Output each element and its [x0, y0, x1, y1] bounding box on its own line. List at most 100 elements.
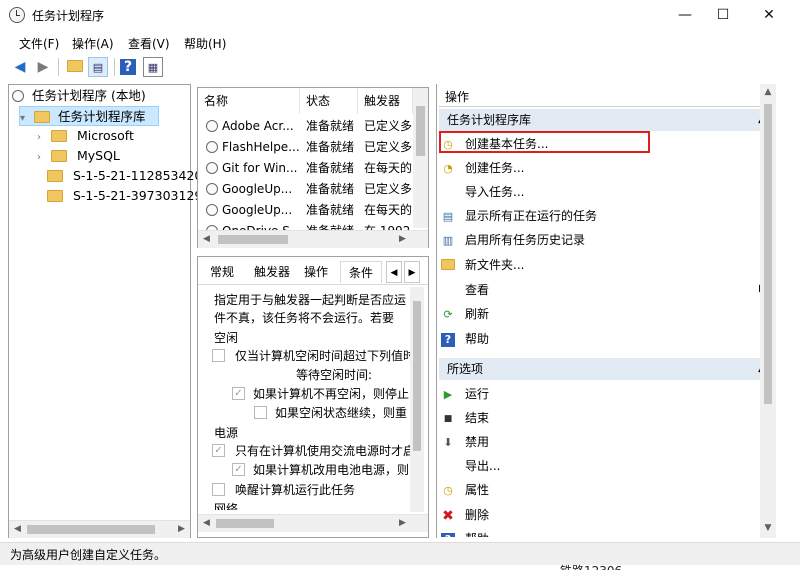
- ac-power-checkbox[interactable]: ✓: [212, 444, 225, 457]
- menu-action[interactable]: 操作(A): [72, 35, 114, 52]
- scroll-left-arrow[interactable]: ◀: [9, 521, 26, 538]
- scroll-right-arrow[interactable]: ▶: [394, 515, 411, 532]
- tree-item-microsoft[interactable]: › Microsoft: [37, 126, 134, 146]
- action-view[interactable]: 查看: [441, 278, 761, 302]
- menu-view[interactable]: 查看(V): [128, 35, 170, 52]
- task-row[interactable]: FlashHelpe... 准备就绪 已定义多: [198, 137, 413, 158]
- tree-item-mysql[interactable]: › MySQL: [37, 146, 120, 166]
- show-hide-tree-icon[interactable]: ▤: [88, 57, 108, 77]
- task-name-cell: FlashHelpe...: [206, 137, 300, 158]
- blank-icon: [441, 284, 455, 298]
- tree-item-library[interactable]: ▾ 任务计划程序库: [19, 106, 159, 126]
- action-help-selected[interactable]: ? 帮助: [441, 527, 761, 537]
- power-option-2[interactable]: ✓ 如果计算机改用电池电源，则: [232, 461, 409, 480]
- restart-if-idle-checkbox[interactable]: [254, 406, 267, 419]
- action-enable-history[interactable]: ▥ 启用所有任务历史记录: [441, 228, 761, 252]
- idle-checkbox[interactable]: [212, 349, 225, 362]
- action-properties[interactable]: ◷ 属性: [441, 478, 761, 502]
- menu-help[interactable]: 帮助(H): [184, 35, 226, 52]
- stop-if-not-idle-checkbox[interactable]: ✓: [232, 387, 245, 400]
- power-option-3[interactable]: 唤醒计算机运行此任务: [212, 481, 355, 500]
- navigation-tree-pane: 任务计划程序 (本地) ▾ 任务计划程序库 › Microsoft › MySQ…: [8, 84, 202, 538]
- column-header-status[interactable]: 状态: [300, 88, 358, 114]
- status-text: 为高级用户创建自定义任务。: [10, 548, 167, 562]
- idle-option-1[interactable]: 仅当计算机空闲时间超过下列值时: [212, 347, 415, 366]
- scroll-down-arrow[interactable]: ▼: [760, 520, 776, 537]
- blank-icon: [441, 186, 455, 200]
- scroll-left-arrow[interactable]: ◀: [198, 231, 215, 248]
- scroll-up-arrow[interactable]: ▲: [760, 84, 776, 101]
- power-option-1-label: 只有在计算机使用交流电源时才启: [235, 444, 416, 458]
- task-row[interactable]: GoogleUp... 准备就绪 已定义多: [198, 179, 413, 200]
- actions-vertical-scrollbar[interactable]: ▲ ▼: [760, 84, 776, 538]
- tree-item-sid-1[interactable]: S-1-5-21-112853420: [47, 166, 202, 186]
- task-list-vertical-scrollbar[interactable]: [413, 88, 428, 228]
- task-row[interactable]: Adobe Acr... 准备就绪 已定义多: [198, 116, 413, 137]
- properties-pane-icon[interactable]: ▦: [143, 57, 163, 77]
- task-clock-icon: [206, 140, 218, 153]
- task-status-cell: 准备就绪: [306, 182, 355, 196]
- action-end[interactable]: ■ 结束: [441, 406, 761, 430]
- menu-file[interactable]: 文件(F): [19, 35, 59, 52]
- idle-option-3[interactable]: 如果空闲状态继续，则重: [254, 404, 407, 423]
- action-new-folder[interactable]: 新文件夹...: [441, 253, 761, 277]
- scroll-left-arrow[interactable]: ◀: [198, 515, 215, 532]
- action-label: 显示所有正在运行的任务: [465, 209, 598, 223]
- column-header-trigger[interactable]: 触发器: [358, 88, 413, 114]
- action-import-task[interactable]: 导入任务...: [441, 180, 761, 204]
- tab-general[interactable]: 常规: [202, 261, 242, 283]
- scroll-thumb[interactable]: [416, 106, 425, 156]
- task-name-label: FlashHelpe...: [222, 140, 300, 154]
- action-disable[interactable]: ⬇ 禁用: [441, 430, 761, 454]
- detail-horizontal-scrollbar[interactable]: ◀ ▶: [198, 514, 428, 532]
- disable-arrow-icon: ⬇: [443, 435, 453, 449]
- task-trigger-cell: 已定义多: [364, 140, 412, 154]
- action-run[interactable]: ▶ 运行: [441, 382, 761, 406]
- power-option-2-label: 如果计算机改用电池电源，则: [253, 463, 410, 477]
- help-icon[interactable]: ?: [120, 59, 136, 75]
- section-header-library[interactable]: 任务计划程序库 ▲: [439, 109, 773, 131]
- action-label: 导出...: [465, 459, 501, 473]
- tree-horizontal-scrollbar[interactable]: ◀ ▶: [9, 520, 190, 538]
- scroll-thumb[interactable]: [413, 301, 421, 451]
- task-trigger-cell: 在每天的: [364, 161, 412, 175]
- scroll-thumb[interactable]: [216, 519, 274, 528]
- scroll-right-arrow[interactable]: ▶: [394, 231, 411, 248]
- power-option-1[interactable]: ✓ 只有在计算机使用交流电源时才启: [212, 442, 415, 461]
- action-export[interactable]: 导出...: [441, 454, 761, 478]
- scroll-thumb[interactable]: [218, 235, 288, 244]
- action-create-task[interactable]: ◔ 创建任务...: [441, 156, 761, 180]
- task-row[interactable]: Git for Win... 准备就绪 在每天的: [198, 158, 413, 179]
- action-delete[interactable]: ✖ 删除: [441, 503, 761, 527]
- task-list-horizontal-scrollbar[interactable]: ◀ ▶: [198, 230, 428, 248]
- scroll-right-arrow[interactable]: ▶: [173, 521, 190, 538]
- tree-item-sid-2[interactable]: S-1-5-21-397303129: [47, 186, 202, 206]
- section-header-selected[interactable]: 所选项 ▲: [439, 358, 773, 380]
- wake-computer-checkbox[interactable]: [212, 483, 225, 496]
- tree-root[interactable]: 任务计划程序 (本地): [12, 86, 146, 106]
- clock-task-icon: ◔: [443, 161, 453, 175]
- detail-vertical-scrollbar[interactable]: [410, 287, 424, 512]
- tab-conditions[interactable]: 条件: [340, 261, 382, 283]
- scroll-thumb[interactable]: [764, 104, 772, 404]
- tab-scroll-left[interactable]: ◀: [386, 261, 402, 283]
- task-row[interactable]: GoogleUp... 准备就绪 在每天的: [198, 200, 413, 221]
- tab-scroll-right[interactable]: ▶: [404, 261, 420, 283]
- idle-option-2[interactable]: ✓ 如果计算机不再空闲，则停止: [232, 385, 409, 404]
- task-scheduler-app-icon: [9, 7, 25, 23]
- scroll-thumb[interactable]: [27, 525, 155, 534]
- forward-arrow-icon[interactable]: ▶: [33, 57, 53, 77]
- tab-actions[interactable]: 操作: [296, 261, 336, 283]
- up-folder-icon[interactable]: [65, 57, 85, 77]
- column-header-name[interactable]: 名称: [198, 88, 300, 114]
- action-label: 结束: [465, 411, 490, 425]
- back-arrow-icon[interactable]: ◀: [10, 57, 30, 77]
- tab-triggers[interactable]: 触发器: [248, 261, 296, 283]
- action-refresh[interactable]: ⟳ 刷新: [441, 302, 761, 326]
- action-show-running-tasks[interactable]: ▤ 显示所有正在运行的任务: [441, 204, 761, 228]
- battery-stop-checkbox[interactable]: ✓: [232, 463, 245, 476]
- action-help[interactable]: ? 帮助: [441, 327, 761, 351]
- action-label: 删除: [465, 508, 490, 522]
- maximize-button[interactable]: ☐: [700, 0, 746, 30]
- close-button[interactable]: ✕: [746, 0, 792, 30]
